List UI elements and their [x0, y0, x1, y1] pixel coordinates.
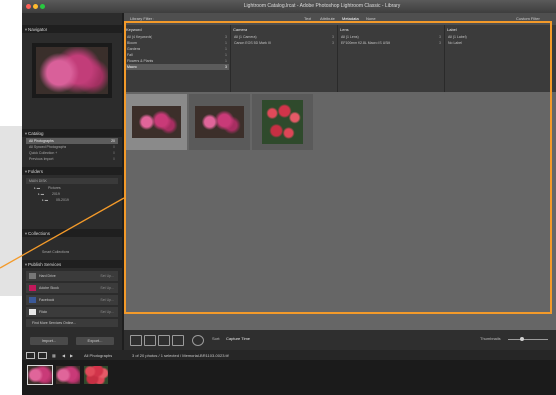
pointer-line: [0, 197, 125, 269]
